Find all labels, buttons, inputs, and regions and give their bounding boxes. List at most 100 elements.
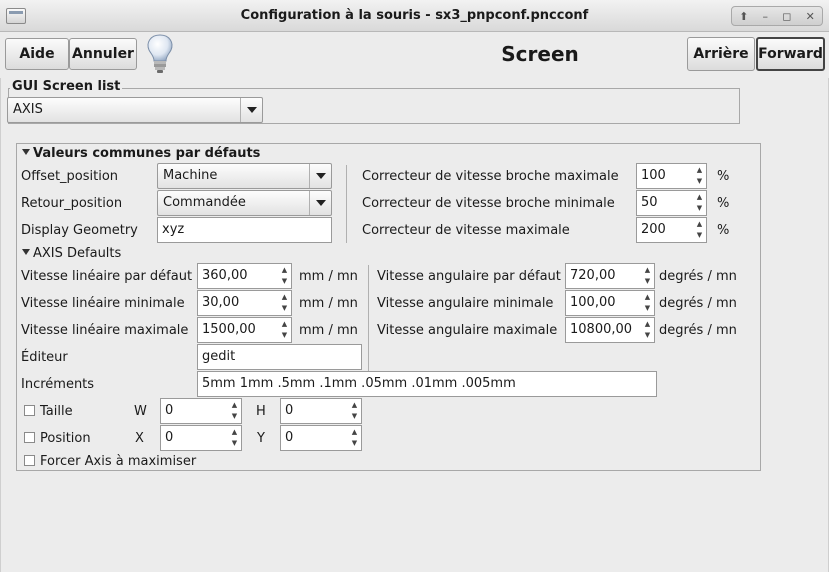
y-value: 0 <box>285 430 294 445</box>
spinner-arrows-icon[interactable]: ▲ ▼ <box>280 319 289 341</box>
lin-unit-label: mm / mn <box>299 269 358 284</box>
lin-unit-label: mm / mn <box>299 296 358 311</box>
window-titlebar[interactable]: Configuration à la souris - sx3_pnpconf.… <box>0 0 829 32</box>
maximize-label: Forcer Axis à maximiser <box>40 454 197 469</box>
x-value: 0 <box>165 430 174 445</box>
axis-defaults-expander[interactable]: AXIS Defaults <box>22 246 121 261</box>
gui-screen-frame-label: GUI Screen list <box>10 79 123 94</box>
spinner-arrows-icon[interactable]: ▲ ▼ <box>280 292 289 314</box>
position-checkbox[interactable] <box>24 432 35 443</box>
spinner-arrows-icon[interactable]: ▲ ▼ <box>350 427 359 449</box>
gui-screen-select[interactable]: AXIS <box>7 97 263 123</box>
spindle-min-spinner[interactable]: 50 ▲ ▼ <box>636 190 707 216</box>
common-defaults-expander[interactable]: Valeurs communes par défauts <box>22 146 260 161</box>
spindle-max-value: 100 <box>641 168 666 183</box>
ang-max-label: Vitesse angulaire maximale <box>377 323 558 338</box>
column-separator <box>346 165 347 243</box>
close-icon[interactable]: ✕ <box>806 10 815 23</box>
increments-label: Incréments <box>21 377 95 392</box>
lin-min-value: 30,00 <box>202 295 240 310</box>
chevron-down-icon <box>309 191 331 215</box>
minimize-icon[interactable]: – <box>763 10 769 23</box>
chevron-down-icon <box>309 164 331 188</box>
help-button[interactable]: Aide <box>5 38 69 70</box>
spinner-arrows-icon[interactable]: ▲ ▼ <box>280 265 289 287</box>
editor-value: gedit <box>202 349 236 364</box>
spinner-arrows-icon[interactable]: ▲ ▼ <box>695 165 704 187</box>
height-label: H <box>256 404 266 419</box>
width-value: 0 <box>165 403 174 418</box>
x-spinner[interactable]: 0 ▲ ▼ <box>160 425 242 451</box>
axis-defaults-header: AXIS Defaults <box>33 246 122 261</box>
ang-unit-label: degrés / mn <box>659 323 737 338</box>
ang-default-label: Vitesse angulaire par défaut <box>377 269 561 284</box>
offset-position-select[interactable]: Machine <box>157 163 332 189</box>
lin-max-value: 1500,00 <box>202 322 256 337</box>
lin-min-label: Vitesse linéaire minimale <box>21 296 185 311</box>
lin-default-value: 360,00 <box>202 268 248 283</box>
retour-position-select[interactable]: Commandée <box>157 190 332 216</box>
shade-icon[interactable]: ⬆ <box>739 10 748 23</box>
gui-screen-select-value: AXIS <box>13 102 43 117</box>
spinner-arrows-icon[interactable]: ▲ ▼ <box>643 292 652 314</box>
percent-label: % <box>717 169 730 184</box>
chevron-down-icon <box>240 98 262 122</box>
spinner-arrows-icon[interactable]: ▲ ▼ <box>643 265 652 287</box>
maximize-checkbox[interactable] <box>24 455 35 466</box>
percent-label: % <box>717 223 730 238</box>
spinner-arrows-icon[interactable]: ▲ ▼ <box>230 427 239 449</box>
cancel-button[interactable]: Annuler <box>69 38 137 70</box>
x-label: X <box>135 431 144 446</box>
ang-min-spinner[interactable]: 100,00 ▲ ▼ <box>565 290 655 316</box>
offset-position-label: Offset_position <box>21 169 119 184</box>
spindle-max-spinner[interactable]: 100 ▲ ▼ <box>636 163 707 189</box>
y-label: Y <box>257 431 265 446</box>
back-button[interactable]: Arrière <box>687 37 755 71</box>
ang-unit-label: degrés / mn <box>659 296 737 311</box>
lin-max-label: Vitesse linéaire maximale <box>21 323 189 338</box>
display-geometry-input[interactable]: xyz <box>157 217 332 243</box>
width-label: W <box>134 404 147 419</box>
editor-input[interactable]: gedit <box>197 344 362 370</box>
ang-min-value: 100,00 <box>570 295 616 310</box>
expander-triangle-icon <box>22 249 30 255</box>
spinner-arrows-icon[interactable]: ▲ ▼ <box>350 400 359 422</box>
page-title: Screen <box>501 42 579 66</box>
editor-label: Éditeur <box>21 350 68 365</box>
ang-default-spinner[interactable]: 720,00 ▲ ▼ <box>565 263 655 289</box>
height-value: 0 <box>285 403 294 418</box>
ang-min-label: Vitesse angulaire minimale <box>377 296 554 311</box>
spindle-max-label: Correcteur de vitesse broche maximale <box>362 169 619 184</box>
expander-triangle-icon <box>22 149 30 155</box>
feed-max-label: Correcteur de vitesse maximale <box>362 223 570 238</box>
size-checkbox[interactable] <box>24 405 35 416</box>
spinner-arrows-icon[interactable]: ▲ ▼ <box>643 319 652 341</box>
forward-button[interactable]: Forward <box>756 37 825 71</box>
spindle-min-value: 50 <box>641 195 658 210</box>
ang-unit-label: degrés / mn <box>659 269 737 284</box>
spinner-arrows-icon[interactable]: ▲ ▼ <box>695 192 704 214</box>
width-spinner[interactable]: 0 ▲ ▼ <box>160 398 242 424</box>
feed-max-value: 200 <box>641 222 666 237</box>
feed-max-spinner[interactable]: 200 ▲ ▼ <box>636 217 707 243</box>
ang-max-value: 10800,00 <box>570 322 633 337</box>
lin-max-spinner[interactable]: 1500,00 ▲ ▼ <box>197 317 292 343</box>
display-geometry-value: xyz <box>162 222 185 237</box>
lin-min-spinner[interactable]: 30,00 ▲ ▼ <box>197 290 292 316</box>
y-spinner[interactable]: 0 ▲ ▼ <box>280 425 362 451</box>
spinner-arrows-icon[interactable]: ▲ ▼ <box>695 219 704 241</box>
height-spinner[interactable]: 0 ▲ ▼ <box>280 398 362 424</box>
spinner-arrows-icon[interactable]: ▲ ▼ <box>230 400 239 422</box>
maximize-icon[interactable]: ◻ <box>782 10 791 23</box>
lin-default-spinner[interactable]: 360,00 ▲ ▼ <box>197 263 292 289</box>
increments-input[interactable]: 5mm 1mm .5mm .1mm .05mm .01mm .005mm <box>197 371 657 397</box>
retour-position-label: Retour_position <box>21 196 123 211</box>
ang-max-spinner[interactable]: 10800,00 ▲ ▼ <box>565 317 655 343</box>
window-controls: ⬆ – ◻ ✕ <box>731 6 823 26</box>
lin-default-label: Vitesse linéaire par défaut <box>21 269 193 284</box>
column-separator <box>368 265 369 371</box>
retour-position-value: Commandée <box>163 195 246 210</box>
common-defaults-header: Valeurs communes par défauts <box>33 146 261 161</box>
position-label: Position <box>40 431 91 446</box>
lin-unit-label: mm / mn <box>299 323 358 338</box>
